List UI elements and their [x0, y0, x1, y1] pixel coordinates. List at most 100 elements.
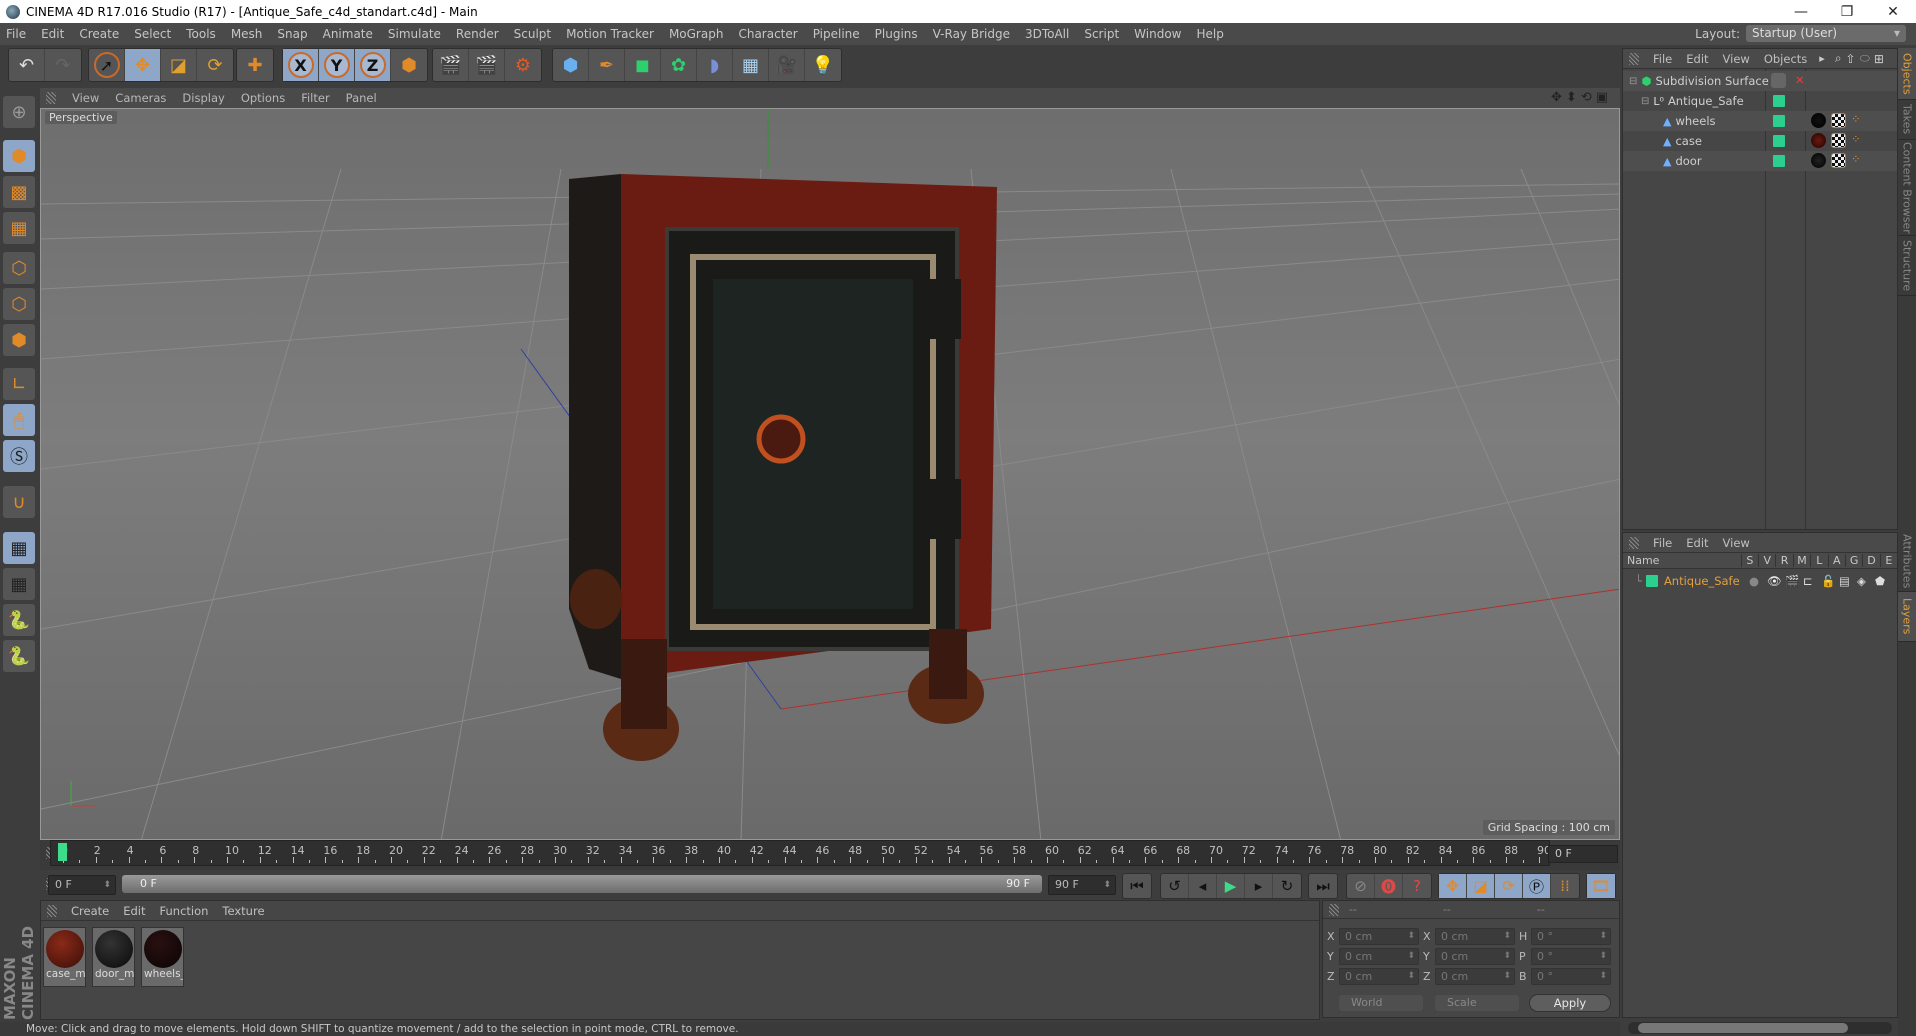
minimize-button[interactable]: — — [1778, 0, 1824, 23]
snap-icon[interactable]: ∪ — [3, 486, 35, 518]
viewport-menu-view[interactable]: View — [72, 91, 99, 105]
col-expressions[interactable]: E — [1879, 554, 1897, 567]
tab-takes[interactable]: Takes — [1898, 100, 1916, 140]
record-keyframe-icon[interactable]: ⓿ — [1375, 874, 1403, 898]
deformer-icon[interactable]: ◗ — [697, 49, 733, 81]
col-manager[interactable]: M — [1792, 554, 1810, 567]
planar-workplane-icon[interactable]: ▦ — [3, 568, 35, 600]
key-pla-icon[interactable]: ⁞⁞ — [1551, 874, 1579, 898]
rotate-tool-icon[interactable]: ⟳ — [197, 49, 233, 81]
new-window-icon[interactable]: ⊞ — [1874, 52, 1884, 66]
menu-render[interactable]: Render — [456, 27, 499, 41]
texture-tag-icon[interactable] — [1831, 133, 1846, 148]
coordinate-mode-select[interactable]: World — [1339, 995, 1423, 1011]
disabled-x-icon[interactable]: ✕ — [1795, 73, 1805, 87]
solo-mode-icon[interactable]: Ⓢ — [3, 440, 35, 472]
playhead[interactable] — [58, 843, 67, 861]
menu-snap[interactable]: Snap — [277, 27, 307, 41]
vertex-tag-icon[interactable]: ⁘ — [1851, 112, 1861, 126]
z-axis-lock-icon[interactable]: Z — [355, 49, 391, 81]
render-toggle-icon[interactable]: 🎬 — [1785, 574, 1799, 588]
workplane-lock-icon[interactable]: ▦ — [3, 532, 35, 564]
make-editable-icon[interactable]: ⊕ — [3, 96, 35, 128]
menu-file[interactable]: File — [6, 27, 26, 41]
object-grip-icon[interactable] — [1629, 52, 1639, 65]
previous-frame-icon[interactable]: ◂ — [1189, 874, 1217, 898]
points-mode-icon[interactable]: ⬡ — [3, 252, 35, 284]
key-scale-icon[interactable]: ◪ — [1467, 874, 1495, 898]
viewport-nav-icons[interactable]: ✥⬍⟲▣ — [1551, 90, 1612, 105]
undo-icon[interactable]: ↶ — [9, 49, 45, 81]
restore-button[interactable]: ❐ — [1824, 0, 1870, 23]
coordinate-system-icon[interactable]: ⬢ — [391, 49, 427, 81]
render-view-icon[interactable]: 🎬 — [433, 49, 469, 81]
material-menu-edit[interactable]: Edit — [123, 904, 145, 918]
material-menu-create[interactable]: Create — [71, 904, 109, 918]
size-x-field[interactable]: 0 cm — [1435, 927, 1515, 945]
collapse-icon[interactable]: ⊟ — [1629, 76, 1637, 87]
recent-tool-icon[interactable]: ✚ — [237, 49, 273, 81]
material-menu-texture[interactable]: Texture — [222, 904, 264, 918]
material-tag-icon[interactable] — [1811, 113, 1826, 128]
menu-help[interactable]: Help — [1196, 27, 1223, 41]
texture-tag-icon[interactable] — [1831, 113, 1846, 128]
objects-menu-edit[interactable]: Edit — [1686, 52, 1708, 66]
filter-icon[interactable]: ⬭ — [1860, 51, 1870, 66]
layer-color-tag[interactable] — [1773, 95, 1785, 107]
tab-structure[interactable]: Structure — [1898, 236, 1916, 296]
key-parameter-icon[interactable]: Ⓟ — [1523, 874, 1551, 898]
col-name[interactable]: Name — [1623, 554, 1741, 567]
generator-toggle-icon[interactable]: ◈ — [1857, 574, 1866, 588]
cube-primitive-icon[interactable]: ⬢ — [553, 49, 589, 81]
animation-toggle-icon[interactable]: ▤ — [1839, 574, 1850, 588]
start-frame-field[interactable]: 0 F — [48, 875, 116, 895]
rotation-b-field[interactable]: 0 ° — [1531, 967, 1611, 985]
material-tag-icon[interactable] — [1811, 153, 1826, 168]
floor-icon[interactable]: ▦ — [733, 49, 769, 81]
objects-menu-view[interactable]: View — [1723, 52, 1750, 66]
rotation-p-field[interactable]: 0 ° — [1531, 947, 1611, 965]
viewport-menu-options[interactable]: Options — [241, 91, 285, 105]
viewport-menu-cameras[interactable]: Cameras — [115, 91, 166, 105]
viewport-menu-filter[interactable]: Filter — [301, 91, 329, 105]
menu-simulate[interactable]: Simulate — [388, 27, 441, 41]
y-axis-lock-icon[interactable]: Y — [319, 49, 355, 81]
position-x-field[interactable]: 0 cm — [1339, 927, 1419, 945]
close-button[interactable]: ✕ — [1870, 0, 1916, 23]
play-forward-icon[interactable]: ▶ — [1217, 874, 1245, 898]
layers-menu-view[interactable]: View — [1723, 536, 1750, 550]
menu-window[interactable]: Window — [1134, 27, 1181, 41]
size-z-field[interactable]: 0 cm — [1435, 967, 1515, 985]
layer-grip-icon[interactable] — [1629, 536, 1639, 549]
axis-mode-icon[interactable]: ∟ — [3, 368, 35, 400]
menu-create[interactable]: Create — [79, 27, 119, 41]
vertex-tag-icon[interactable]: ⁘ — [1851, 152, 1861, 166]
vertex-tag-icon[interactable]: ⁘ — [1851, 132, 1861, 146]
model-mode-icon[interactable]: ⬢ — [3, 140, 35, 172]
menu-mesh[interactable]: Mesh — [231, 27, 263, 41]
render-picture-viewer-icon[interactable]: 🎬 — [469, 49, 505, 81]
material-grip-icon[interactable] — [47, 904, 57, 917]
col-locked[interactable]: L — [1810, 554, 1827, 567]
layer-row-antique-safe[interactable]: └ Antique_Safe ● 👁 🎬 ⊏ 🔓 ▤ ◈ ⬟ — [1623, 571, 1897, 591]
light-icon[interactable]: 💡 — [805, 49, 841, 81]
3d-viewport[interactable]: Perspective Grid Spacing : 100 cm — [40, 108, 1620, 840]
timeline-ruler[interactable]: 0246810121416182022242628303234363840424… — [50, 840, 1551, 866]
coord-grip-icon[interactable] — [1329, 903, 1339, 916]
rotation-h-field[interactable]: 0 ° — [1531, 927, 1611, 945]
tab-attributes[interactable]: Attributes — [1898, 532, 1916, 592]
position-y-field[interactable]: 0 cm — [1339, 947, 1419, 965]
menu-3dtoall[interactable]: 3DToAll — [1025, 27, 1069, 41]
layer-color-tag[interactable] — [1773, 155, 1785, 167]
search-icon[interactable]: ⌕ — [1835, 51, 1842, 66]
layer-color-tag[interactable] — [1773, 115, 1785, 127]
solo-toggle-icon[interactable]: ● — [1749, 574, 1759, 588]
end-frame-field[interactable]: 90 F — [1048, 875, 1116, 895]
menu-motion-tracker[interactable]: Motion Tracker — [566, 27, 654, 41]
layer-color-swatch[interactable] — [1645, 575, 1658, 587]
polygons-mode-icon[interactable]: ⬢ — [3, 324, 35, 356]
menu-script[interactable]: Script — [1084, 27, 1119, 41]
menu-mograph[interactable]: MoGraph — [669, 27, 724, 41]
edges-mode-icon[interactable]: ⬡ — [3, 288, 35, 320]
camera-icon[interactable]: 🎥 — [769, 49, 805, 81]
